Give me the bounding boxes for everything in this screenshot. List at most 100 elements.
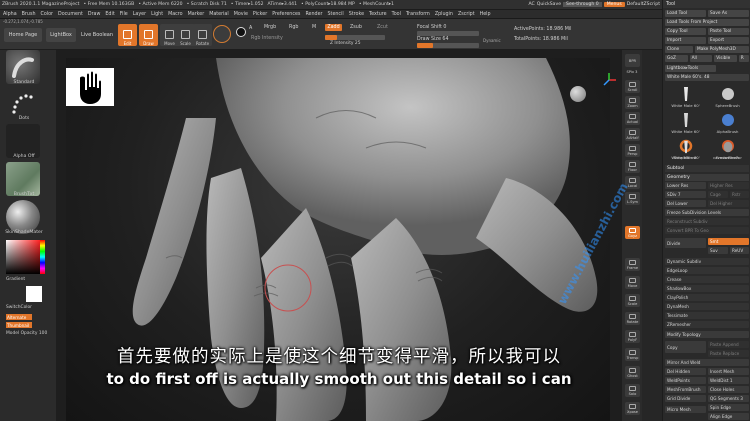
micro-mesh-button[interactable]: Micro Mesh: [665, 406, 706, 413]
tool-thumb-white-male-3[interactable]: White Male 60': [665, 140, 706, 160]
zcut-toggle[interactable]: Zcut: [377, 25, 388, 30]
geometry-section[interactable]: Geometry: [665, 174, 749, 181]
material-thumbnail[interactable]: [6, 200, 40, 234]
lower-res-button[interactable]: Lower Res: [665, 182, 706, 189]
thumbnail-button[interactable]: Thumbnail: [6, 322, 32, 328]
menu-help[interactable]: Help: [480, 12, 491, 17]
modify-topology-section[interactable]: Modify Topology: [665, 331, 749, 338]
qgrid-segments-slider[interactable]: QG Segments 3: [708, 395, 749, 402]
menu-render[interactable]: Render: [305, 12, 322, 17]
zremesher-section[interactable]: ZRemesher: [665, 321, 749, 328]
draw-size-slider[interactable]: [417, 43, 479, 48]
goz-button[interactable]: GoZ: [665, 55, 688, 62]
dynamesh-section[interactable]: DynaMesh: [665, 303, 749, 310]
copy-tool-button[interactable]: Copy Tool: [665, 28, 706, 35]
brush-preview-icon[interactable]: [213, 25, 231, 43]
clone-button[interactable]: Clone: [665, 46, 693, 53]
load-tool-button[interactable]: Load Tool: [665, 10, 706, 17]
weld-points-button[interactable]: WeldPoints: [665, 377, 706, 384]
suv-toggle[interactable]: Suv: [708, 247, 728, 254]
transp-button[interactable]: Transp: [625, 348, 640, 361]
menu-color[interactable]: Color: [40, 12, 53, 17]
tool-thumb-white-male-1[interactable]: White Male 60': [665, 84, 706, 108]
model-opacity-slider[interactable]: Model Opacity 100: [6, 331, 47, 336]
weld-dist-slider[interactable]: WeldDist 1: [708, 377, 749, 384]
menu-light[interactable]: Light: [151, 12, 163, 17]
mrgb-toggle[interactable]: Mrgb: [264, 25, 276, 30]
dynamic-subdiv-section[interactable]: Dynamic Subdiv: [665, 258, 749, 265]
menu-movie[interactable]: Movie: [234, 12, 248, 17]
xpose-button[interactable]: Xpose: [625, 402, 640, 415]
texture-thumbnail[interactable]: [6, 162, 40, 196]
align-edge-button[interactable]: Align Edge: [708, 413, 749, 420]
ac-button[interactable]: AC: [529, 2, 535, 7]
solo-button[interactable]: Solo: [625, 384, 640, 397]
r-button[interactable]: R: [738, 55, 750, 62]
default-zscript-button[interactable]: DefaultZScript: [627, 2, 660, 7]
menu-preferences[interactable]: Preferences: [272, 12, 300, 17]
menu-marker[interactable]: Marker: [188, 12, 205, 17]
export-button[interactable]: Export: [708, 37, 749, 44]
standard-brush-thumbnail[interactable]: [6, 50, 40, 84]
polyf-button[interactable]: PolyF: [625, 330, 640, 343]
convert-bpr-button[interactable]: Convert BPR To Geo: [665, 227, 749, 234]
focal-shift-slider[interactable]: [417, 31, 479, 36]
visible-button[interactable]: Visible: [714, 55, 737, 62]
del-higher-button[interactable]: Del Higher: [708, 200, 749, 207]
tool-thumb-cavedweller[interactable]: cavedwellerFor: [707, 140, 748, 160]
load-tools-from-project-button[interactable]: Load Tools From Project: [665, 19, 749, 26]
menu-tool[interactable]: Tool: [392, 12, 401, 17]
navigation-sphere[interactable]: [570, 86, 586, 102]
seethrough-slider[interactable]: See-through 0: [563, 2, 602, 7]
tool-palette-header[interactable]: Tool: [663, 0, 750, 8]
grid-divide-button[interactable]: Grid Divide: [665, 395, 706, 402]
menu-transform[interactable]: Transform: [406, 12, 430, 17]
frame-button[interactable]: Frame: [625, 258, 640, 271]
draw-tool-button[interactable]: Draw: [139, 24, 158, 46]
live-boolean-button[interactable]: Live Boolean: [80, 28, 114, 42]
rotate-tool-button[interactable]: Rotate: [193, 24, 212, 46]
scroll-button[interactable]: Scroll: [625, 80, 640, 93]
subtool-section[interactable]: Subtool: [665, 165, 749, 172]
tessimate-section[interactable]: Tessimate: [665, 312, 749, 319]
dynamic-toggle[interactable]: Dynamic: [483, 38, 501, 43]
higher-res-button[interactable]: Higher Res: [708, 182, 749, 189]
ghost-button[interactable]: Ghost: [625, 366, 640, 379]
menu-zscript[interactable]: Zscript: [458, 12, 475, 17]
hue-strip[interactable]: [40, 240, 45, 274]
make-polymesh-button[interactable]: Make PolyMesh3D: [695, 46, 749, 53]
edit-tool-button[interactable]: Edit: [118, 24, 137, 46]
spin-edge-button[interactable]: Spin Edge: [708, 404, 749, 411]
alternate-button[interactable]: Alternate: [6, 314, 32, 320]
menu-alpha[interactable]: Alpha: [3, 12, 17, 17]
all-button[interactable]: All: [689, 55, 713, 62]
aahalf-button[interactable]: AAHalf: [625, 128, 640, 141]
menu-macro[interactable]: Macro: [168, 12, 183, 17]
menu-brush[interactable]: Brush: [22, 12, 36, 17]
spix-label[interactable]: SPix 3: [622, 70, 642, 74]
freeze-subdiv-button[interactable]: Freeze SubDivision Levels: [665, 209, 749, 216]
persp-button[interactable]: Persp: [625, 144, 640, 157]
scale-view-button[interactable]: Scale: [625, 294, 640, 307]
menu-stroke[interactable]: Stroke: [349, 12, 364, 17]
menu-document[interactable]: Document: [58, 12, 83, 17]
quicksave-button[interactable]: QuickSave: [537, 2, 561, 7]
reconstruct-subdiv-button[interactable]: Reconstruct Subdiv: [665, 218, 749, 225]
close-holes-button[interactable]: Close Holes: [708, 386, 749, 393]
claypolish-section[interactable]: ClayPolish: [665, 294, 749, 301]
m-toggle[interactable]: M: [312, 25, 316, 30]
gxyz-button[interactable]: Gxyz: [625, 226, 640, 239]
menu-zplugin[interactable]: Zplugin: [435, 12, 453, 17]
save-as-button[interactable]: Save As: [708, 10, 749, 17]
edgeloop-section[interactable]: EdgeLoop: [665, 267, 749, 274]
menu-layer[interactable]: Layer: [133, 12, 146, 17]
current-tool-slider[interactable]: White Male 60's. 48: [665, 74, 749, 81]
mirror-weld-button[interactable]: Mirror And Weld: [665, 359, 749, 366]
lightbox-tools-button[interactable]: Lightbox▸Tools: [665, 65, 717, 72]
rstr-button[interactable]: Rstr: [730, 191, 749, 198]
menu-draw[interactable]: Draw: [88, 12, 101, 17]
zoom-button[interactable]: Zoom: [625, 96, 640, 109]
menu-texture[interactable]: Texture: [369, 12, 387, 17]
zadd-toggle[interactable]: Zadd: [325, 24, 342, 31]
import-button[interactable]: Import: [665, 37, 706, 44]
